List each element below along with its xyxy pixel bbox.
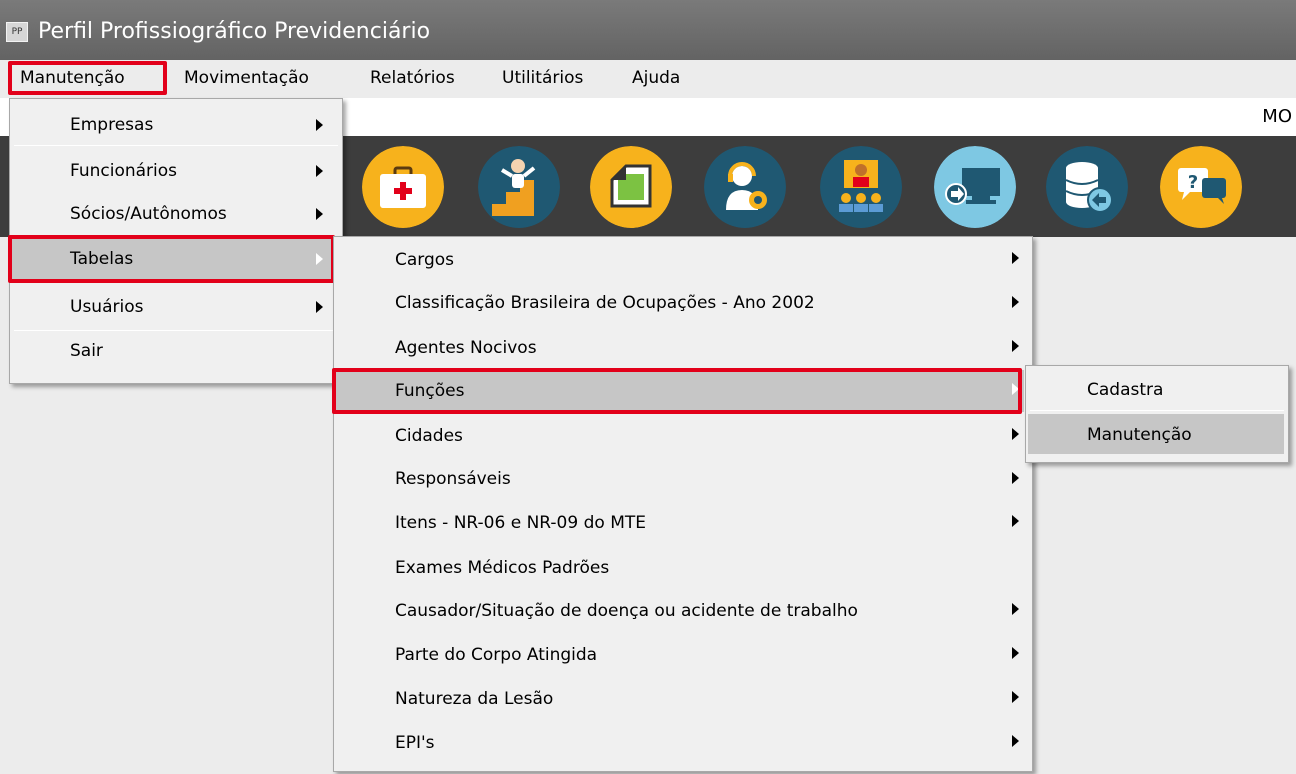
- presenter-audience-icon[interactable]: [820, 146, 902, 228]
- menu-utilitarios[interactable]: Utilitários: [502, 60, 583, 96]
- menu-item-natureza-lesao[interactable]: Natureza da Lesão: [395, 689, 553, 709]
- menu-item-epis[interactable]: EPI's: [395, 733, 435, 753]
- menu-item-sair[interactable]: Sair: [70, 341, 103, 361]
- menu-item-parte-corpo[interactable]: Parte do Corpo Atingida: [395, 645, 597, 665]
- window-title: Perfil Profissiográfico Previdenciário: [38, 19, 431, 44]
- submenu-arrow-icon: [1012, 296, 1019, 308]
- status-strip-text: MO: [1262, 106, 1292, 127]
- menu-relatorios[interactable]: Relatórios: [370, 60, 455, 96]
- menu-separator: [14, 330, 338, 331]
- submenu-arrow-icon: [1012, 515, 1019, 527]
- funcoes-highlight-box: [332, 368, 1022, 414]
- submenu-arrow-icon: [1012, 603, 1019, 615]
- menu-separator: [14, 145, 338, 146]
- submenu-arrow-icon: [1012, 735, 1019, 747]
- submenu-arrow-icon: [316, 119, 323, 131]
- menu-item-funcionarios[interactable]: Funcionários: [70, 161, 177, 181]
- document-fold-icon[interactable]: [590, 146, 672, 228]
- submenu-arrow-icon: [1012, 691, 1019, 703]
- menu-item-responsaveis[interactable]: Responsáveis: [395, 469, 511, 489]
- svg-text:?: ?: [1188, 172, 1198, 193]
- submenu-arrow-icon: [1012, 647, 1019, 659]
- medical-kit-icon[interactable]: [362, 146, 444, 228]
- menu-item-exames-medicos[interactable]: Exames Médicos Padrões: [395, 558, 609, 578]
- menu-item-cbo[interactable]: Classificação Brasileira de Ocupações - …: [395, 293, 815, 313]
- submenu-arrow-icon: [316, 165, 323, 177]
- menu-item-usuarios[interactable]: Usuários: [70, 297, 143, 317]
- menu-item-socios-autonomos[interactable]: Sócios/Autônomos: [70, 204, 227, 224]
- menu-movimentacao[interactable]: Movimentação: [184, 60, 309, 96]
- support-agent-gear-icon[interactable]: [704, 146, 786, 228]
- submenu-arrow-icon: [1012, 252, 1019, 264]
- menu-manutencao-highlight: [8, 61, 167, 95]
- submenu-arrow-icon: [1012, 340, 1019, 352]
- menu-item-cidades[interactable]: Cidades: [395, 426, 463, 446]
- monitor-arrow-icon[interactable]: [934, 146, 1016, 228]
- menu-item-causador-situacao[interactable]: Causador/Situação de doença ou acidente …: [395, 601, 858, 621]
- menu-item-cargos[interactable]: Cargos: [395, 250, 454, 270]
- menu-ajuda[interactable]: Ajuda: [632, 60, 680, 96]
- submenu-arrow-icon: [1012, 472, 1019, 484]
- app-icon: PP: [6, 22, 28, 42]
- menu-item-empresas[interactable]: Empresas: [70, 115, 153, 135]
- help-chat-icon[interactable]: ?: [1160, 146, 1242, 228]
- menu-item-itens-nr[interactable]: Itens - NR-06 e NR-09 do MTE: [395, 513, 646, 533]
- submenu-arrow-icon: [316, 208, 323, 220]
- submenu-arrow-icon: [316, 301, 323, 313]
- submenu-arrow-icon: [1012, 428, 1019, 440]
- menu-item-agentes-nocivos[interactable]: Agentes Nocivos: [395, 338, 537, 358]
- menu-item-funcoes-manutencao[interactable]: Manutenção: [1087, 425, 1192, 445]
- menu-item-cadastra[interactable]: Cadastra: [1087, 380, 1163, 400]
- database-arrow-icon[interactable]: [1046, 146, 1128, 228]
- menu-separator: [1030, 410, 1284, 411]
- falling-person-stairs-icon[interactable]: [478, 146, 560, 228]
- tabelas-highlight-box: [8, 235, 335, 283]
